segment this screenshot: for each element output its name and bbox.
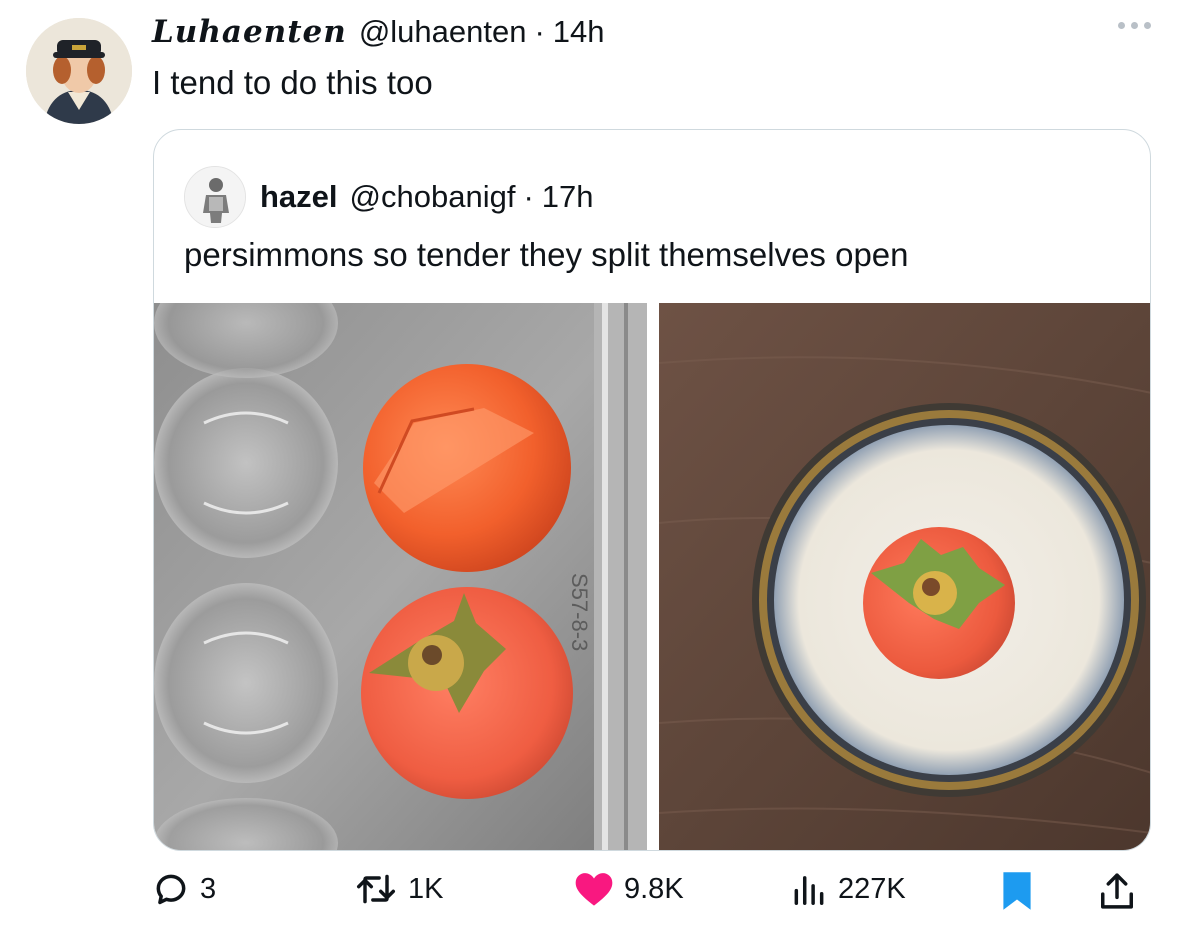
quoted-tweet-header: hazel @chobanigf · 17h (184, 166, 594, 228)
separator-dot: · (523, 179, 534, 214)
display-name[interactable]: Luhaenten (152, 14, 347, 50)
quoted-user-avatar (184, 166, 246, 228)
tray-label: S57-8-3 (567, 573, 592, 651)
user-avatar[interactable] (26, 18, 132, 124)
share-icon (1101, 873, 1133, 909)
persimmons-tray-photo[interactable]: S57-8-3 (154, 303, 647, 850)
user-handle[interactable]: @luhaenten (359, 14, 527, 50)
tweet-timestamp[interactable]: 14h (553, 14, 605, 50)
repost-count: 1K (408, 872, 444, 905)
tweet-header: Luhaenten @luhaenten · 14h (152, 14, 605, 50)
repost-icon (356, 874, 396, 904)
like-button[interactable]: 9.8K (574, 870, 684, 908)
more-options-icon[interactable] (1118, 22, 1151, 29)
analytics-icon (794, 876, 824, 905)
repost-button[interactable]: 1K (354, 870, 443, 908)
view-count: 227K (838, 872, 906, 905)
quoted-tweet-text: persimmons so tender they split themselv… (184, 236, 909, 273)
share-button[interactable] (1098, 870, 1136, 912)
tweet-action-bar: 3 1K 9.8K 227K (0, 870, 1179, 922)
quoted-timestamp: 17h (541, 179, 594, 214)
like-count: 9.8K (624, 872, 684, 905)
quoted-display-name: hazel (260, 179, 338, 214)
quoted-user-handle: @chobanigf (349, 179, 516, 214)
reply-count: 3 (200, 872, 217, 905)
heart-icon (575, 873, 613, 906)
separator-dot: · (534, 14, 545, 49)
tweet-text: I tend to do this too (152, 64, 433, 101)
reply-icon (156, 874, 186, 905)
bookmark-icon (1003, 872, 1031, 910)
reply-button[interactable]: 3 (152, 870, 216, 908)
persimmon-bowl-photo[interactable] (659, 303, 1150, 850)
views-button[interactable]: 227K (790, 870, 906, 908)
quoted-tweet[interactable]: hazel @chobanigf · 17h persimmons so ten… (153, 129, 1151, 851)
bookmark-button[interactable] (1000, 870, 1034, 912)
